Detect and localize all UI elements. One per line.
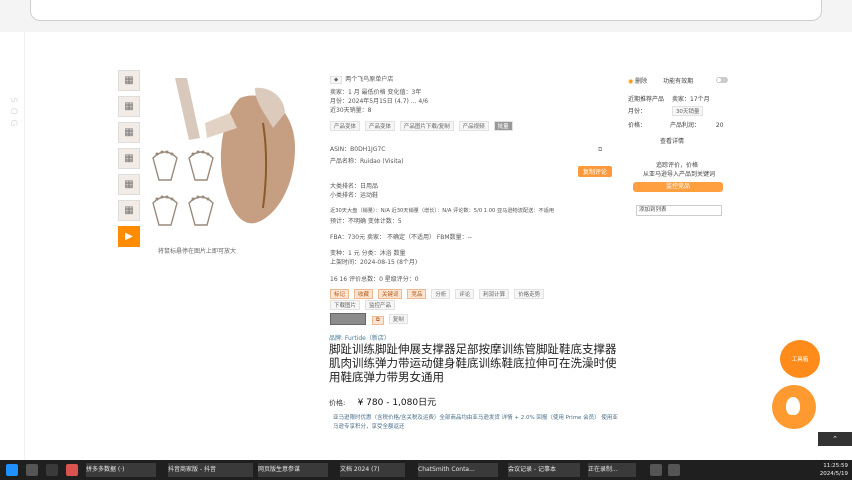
taskbar-item-4[interactable]: 文档 2024 (7) bbox=[340, 463, 405, 477]
feature-toggle[interactable] bbox=[716, 77, 728, 83]
stock-row: FBA：730元 卖家： 不确定（不适用） FBM数量：-- bbox=[330, 234, 472, 241]
copy-row: ⧉ 复制 bbox=[330, 313, 411, 325]
action-tag-profit[interactable]: 利润计算 bbox=[479, 289, 510, 299]
thumbnail-6[interactable]: ▦ bbox=[118, 200, 140, 221]
bsr-sub: 小类排名：运动鞋 bbox=[330, 192, 379, 199]
stats-row: 16 16 评价总数：0 星级评分：0 bbox=[330, 276, 419, 283]
copy-button[interactable]: 复制 bbox=[388, 313, 408, 324]
sp-details[interactable]: 查看详情 bbox=[660, 136, 684, 145]
browser-topbar bbox=[0, 0, 852, 32]
asin-row: ASIN：B0DH1JG7C bbox=[330, 146, 386, 153]
tray-icon-1[interactable] bbox=[650, 464, 662, 476]
qty-row: 变种：1 元 分类：沐浴 数量 bbox=[330, 250, 406, 257]
sp-row-1: ◉ 删除 功能有效期 bbox=[628, 78, 694, 85]
sp-row-4: 价格： 产品利润： 20 bbox=[628, 122, 724, 129]
review-row: 近30天大盘（销量）：N/A 近30天销量（增长）：N/A 评论数：5/0 1.… bbox=[330, 208, 555, 214]
tag-batch[interactable]: 批量 bbox=[493, 121, 513, 131]
tray-icon-2[interactable] bbox=[668, 464, 680, 476]
price-label: 价格: bbox=[329, 399, 346, 407]
copy-review-button[interactable]: 复制评论 bbox=[578, 166, 612, 177]
thumbnail-1[interactable]: ▦ bbox=[118, 70, 140, 91]
action-tag-trend[interactable]: 价格走势 bbox=[514, 289, 545, 299]
clock-time: 11:25:59 bbox=[823, 463, 848, 469]
tag-image-download[interactable]: 产品图片下载/复制 bbox=[399, 121, 454, 131]
monitor-button[interactable]: 监控竞品 bbox=[633, 182, 723, 192]
action-tag-analysis[interactable]: 分析 bbox=[431, 289, 451, 299]
asin-copy-icon[interactable]: ⧉ bbox=[598, 146, 602, 154]
brand-row: 产品名称：Ruidao (Visita) bbox=[330, 158, 404, 165]
ext-logo-icon: ◆ bbox=[330, 76, 343, 84]
action-tag-download[interactable]: 下载图片 bbox=[330, 300, 361, 310]
action-tag-favorite[interactable]: 收藏 bbox=[353, 289, 373, 299]
floating-toolbox-button[interactable]: 工具箱 bbox=[780, 340, 820, 378]
action-tag-competitor[interactable]: 竞品 bbox=[407, 289, 427, 299]
taskbar: 拼多多数据 (·) 抖音商家版 - 抖音 网页版生意参谋 文档 2024 (7)… bbox=[0, 460, 852, 480]
taskbar-item-6[interactable]: 会议记录 - 记事本 bbox=[508, 463, 580, 477]
action-tags: 标记 收藏 关键词 竞品 分析 评论 利润计算 价格走势 bbox=[330, 289, 547, 299]
launch-row: 上架时间：2024-08-15 (8个月) bbox=[330, 259, 418, 266]
image-caption: 将鼠标悬停在图片上即可放大 bbox=[158, 248, 237, 255]
taskview-icon[interactable] bbox=[46, 464, 58, 476]
promo-text: 亚马逊限时优惠（含税价格/含关税及运费）全部商品均由亚马逊发货 详情 + 2.0… bbox=[333, 415, 618, 430]
bsr-main: 大类排名：日用品 bbox=[330, 183, 379, 190]
right-gutter bbox=[828, 32, 852, 462]
taskbar-item-7[interactable]: 正在录制... bbox=[588, 463, 636, 477]
scroll-up-icon[interactable]: ⌃ bbox=[818, 432, 852, 446]
price-row: 价格: ¥ 780 - 1,080日元 bbox=[329, 395, 436, 408]
windows-start-icon[interactable] bbox=[6, 464, 18, 476]
product-title: 脚趾训练脚趾伸展支撑器足部按摩训练管脚趾鞋底支撑器肌肉训练弹力带运动健身鞋底训练… bbox=[329, 342, 617, 384]
thumbnail-5[interactable]: ▦ bbox=[118, 174, 140, 195]
thumbnail-2[interactable]: ▦ bbox=[118, 96, 140, 117]
action-tag-keyword[interactable]: 关键词 bbox=[377, 289, 403, 299]
copy-icon[interactable]: ⧉ bbox=[371, 315, 384, 325]
sp-import: 从亚马逊导入产品到关键词 bbox=[643, 171, 716, 178]
video-thumbnail-icon[interactable]: ▶ bbox=[118, 226, 140, 247]
thumbnail-3[interactable]: ▦ bbox=[118, 122, 140, 143]
vertical-text: S O G bbox=[8, 97, 18, 128]
action-tag-mark[interactable]: 标记 bbox=[330, 289, 350, 299]
address-bar[interactable] bbox=[30, 0, 822, 21]
taskbar-item-1[interactable]: 拼多多数据 (·) bbox=[86, 463, 156, 477]
date-row: 月份：2024年5月15日 (4.7) ... 4/6 bbox=[330, 98, 429, 105]
taskbar-item-3[interactable]: 网页版生意参谋 bbox=[258, 463, 328, 477]
thumbnail-4[interactable]: ▦ bbox=[118, 148, 140, 169]
tag-variant[interactable]: 产品变体 bbox=[330, 121, 361, 131]
action-tag-monitor[interactable]: 监控产品 bbox=[364, 300, 395, 310]
action-tag-review[interactable]: 评论 bbox=[455, 289, 475, 299]
search-icon[interactable] bbox=[26, 464, 38, 476]
action-tags-2: 下载图片 监控产品 bbox=[330, 300, 398, 310]
app-icon-1[interactable] bbox=[66, 464, 78, 476]
system-clock[interactable]: 11:25:59 2024/5/19 bbox=[820, 462, 848, 478]
add-to-list-field[interactable]: 添加到列表 bbox=[636, 205, 722, 216]
sp-track: 追踪评价，价格 bbox=[656, 162, 699, 169]
price-value: ¥ 780 - 1,080日元 bbox=[357, 398, 437, 408]
thumbnail-list: ▦ ▦ ▦ ▦ ▦ ▦ ▶ bbox=[118, 70, 140, 252]
sp-avatar-icon: ◉ bbox=[628, 78, 634, 85]
taskbar-item-2[interactable]: 抖音商家版 - 抖音 bbox=[168, 463, 253, 477]
seller-row: 卖家：1 月 最低价格 变化值：3年 bbox=[330, 89, 422, 96]
left-gutter: S O G bbox=[0, 32, 25, 462]
sp-row-2: 近期推荐产品 卖家：17个月 bbox=[628, 96, 710, 103]
tag-variant-2[interactable]: 产品变体 bbox=[364, 121, 395, 131]
dark-button[interactable] bbox=[330, 313, 366, 325]
clock-date: 2024/5/19 bbox=[819, 471, 848, 477]
review-row-2: 预计：不明确 变体计数：5 bbox=[330, 218, 402, 225]
ext-header: ◆ 两个飞鸟原单户店 bbox=[330, 74, 393, 84]
sp-row-3: 月份： 30天销量 bbox=[628, 106, 706, 116]
store-link[interactable]: 品牌: Furtide（新店） bbox=[329, 333, 390, 342]
product-image[interactable] bbox=[145, 68, 325, 248]
recent-row: 近30天销量：8 bbox=[330, 107, 372, 114]
floating-assistant-icon[interactable] bbox=[772, 385, 816, 429]
tag-video[interactable]: 产品视频 bbox=[458, 121, 489, 131]
tag-row: 产品变体 产品变体 产品图片下载/复制 产品视频 批量 bbox=[330, 121, 516, 131]
taskbar-item-5[interactable]: ChatSmith Conta... bbox=[418, 463, 498, 477]
